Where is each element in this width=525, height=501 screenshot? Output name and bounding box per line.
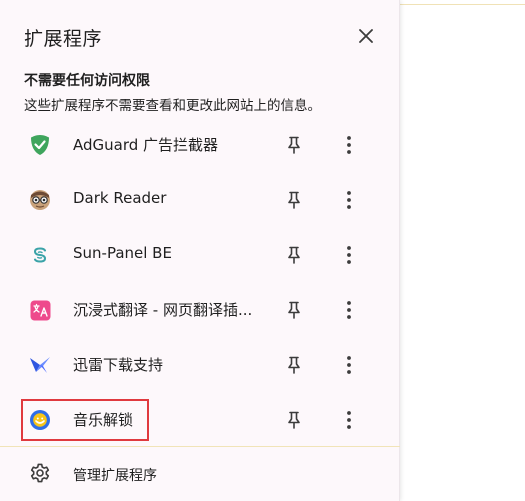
gear-icon (30, 463, 50, 483)
close-icon (359, 29, 373, 43)
pin-icon (288, 191, 300, 209)
more-options-button[interactable] (337, 353, 361, 377)
section-heading: 不需要任何访问权限 (24, 73, 150, 89)
pin-button[interactable] (282, 243, 306, 267)
extension-name: AdGuard 广告拦截器 (73, 136, 219, 154)
more-vert-icon (347, 246, 351, 264)
extensions-popup: 扩展程序 不需要任何访问权限 这些扩展程序不需要查看和更改此网站上的信息。 Ad… (0, 0, 400, 501)
pin-icon (288, 411, 300, 429)
more-vert-icon (347, 301, 351, 319)
more-options-button[interactable] (337, 243, 361, 267)
pin-icon (288, 246, 300, 264)
extension-row-immersive-translate[interactable]: 沉浸式翻译 - 网页翻译插... (0, 282, 400, 337)
pin-button[interactable] (282, 408, 306, 432)
more-vert-icon (347, 356, 351, 374)
more-options-button[interactable] (337, 188, 361, 212)
popup-title: 扩展程序 (24, 28, 103, 50)
immersive-translate-icon (29, 299, 51, 321)
xunlei-bird-icon (29, 354, 51, 376)
background-page-card (398, 0, 525, 146)
pin-icon (288, 136, 300, 154)
extension-row-adguard[interactable]: AdGuard 广告拦截器 (0, 117, 400, 172)
extension-row-dark-reader[interactable]: Dark Reader (0, 172, 400, 227)
extension-name: Dark Reader (73, 189, 167, 207)
section-description: 这些扩展程序不需要查看和更改此网站上的信息。 (24, 98, 321, 114)
close-button[interactable] (352, 22, 380, 50)
highlight-annotation-box (21, 399, 149, 441)
pin-button[interactable] (282, 353, 306, 377)
more-vert-icon (347, 136, 351, 154)
sun-panel-icon (29, 244, 51, 266)
pin-icon (288, 301, 300, 319)
pin-icon (288, 356, 300, 374)
extension-name: 迅雷下载支持 (73, 356, 164, 374)
adguard-shield-icon (29, 134, 51, 156)
extension-name: 沉浸式翻译 - 网页翻译插... (73, 301, 253, 319)
pin-button[interactable] (282, 298, 306, 322)
dark-reader-icon (29, 189, 51, 211)
extension-row-sun-panel[interactable]: Sun-Panel BE (0, 227, 400, 282)
more-options-button[interactable] (337, 133, 361, 157)
pin-button[interactable] (282, 188, 306, 212)
background-page (398, 145, 525, 501)
extension-row-xunlei[interactable]: 迅雷下载支持 (0, 337, 400, 392)
more-vert-icon (347, 411, 351, 429)
manage-extensions-button[interactable]: 管理扩展程序 (0, 447, 400, 501)
more-options-button[interactable] (337, 408, 361, 432)
pin-button[interactable] (282, 133, 306, 157)
more-options-button[interactable] (337, 298, 361, 322)
manage-extensions-label: 管理扩展程序 (73, 468, 157, 484)
more-vert-icon (347, 191, 351, 209)
extension-name: Sun-Panel BE (73, 244, 172, 262)
background-page-border (400, 4, 525, 5)
